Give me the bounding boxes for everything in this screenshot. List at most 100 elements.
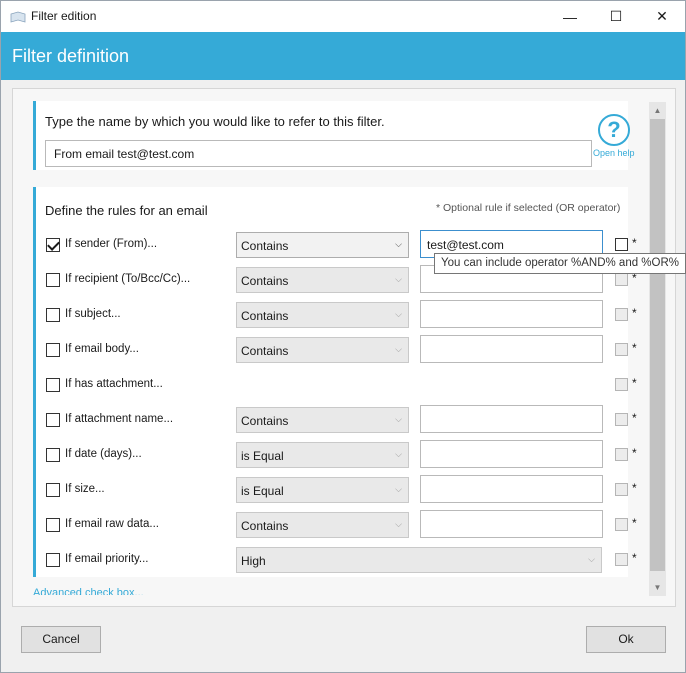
attachment-optional-checkbox[interactable]: [615, 378, 628, 391]
select-value: Contains: [241, 274, 289, 288]
close-button[interactable]: ✕: [639, 1, 685, 32]
operator-tooltip: You can include operator %AND% and %OR%: [434, 253, 686, 274]
optional-star: *: [632, 551, 637, 565]
scroll-thumb[interactable]: [650, 119, 665, 571]
chevron-down-icon: ⌵: [395, 239, 402, 249]
optional-star: *: [632, 376, 637, 390]
priority-select[interactable]: High ⌵: [236, 547, 602, 573]
attachment-name-value-input[interactable]: [420, 405, 603, 433]
size-checkbox[interactable]: [46, 483, 60, 497]
minimize-button[interactable]: —: [547, 1, 593, 32]
raw-data-optional-checkbox[interactable]: [615, 518, 628, 531]
date-checkbox[interactable]: [46, 448, 60, 462]
sender-optional-checkbox[interactable]: [615, 238, 628, 251]
rule-row-date: If date (days)... is Equal ⌵ *: [36, 438, 637, 473]
recipient-checkbox[interactable]: [46, 273, 60, 287]
select-value: Contains: [241, 309, 289, 323]
rule-label: If date (days)...: [65, 448, 142, 460]
select-value: is Equal: [241, 484, 284, 498]
rule-row-attachment-name: If attachment name... Contains ⌵ *: [36, 403, 637, 438]
window-title: Filter edition: [31, 9, 97, 23]
date-optional-checkbox[interactable]: [615, 448, 628, 461]
optional-star: *: [632, 481, 637, 495]
optional-star: *: [632, 516, 637, 530]
ok-button[interactable]: Ok: [586, 626, 666, 653]
rule-row-size: If size... is Equal ⌵ *: [36, 473, 637, 508]
rule-row-attachment: If has attachment... *: [36, 368, 637, 403]
recipient-operator-select[interactable]: Contains ⌵: [236, 267, 409, 293]
subject-optional-checkbox[interactable]: [615, 308, 628, 321]
attachment-name-operator-select[interactable]: Contains ⌵: [236, 407, 409, 433]
select-value: Contains: [241, 414, 289, 428]
raw-data-value-input[interactable]: [420, 510, 603, 538]
filter-edition-window: Filter edition — ☐ ✕ Filter definition T…: [0, 0, 686, 673]
body-value-input[interactable]: [420, 335, 603, 363]
optional-star: *: [632, 411, 637, 425]
filter-name-input[interactable]: From email test@test.com: [45, 140, 592, 167]
maximize-button[interactable]: ☐: [593, 1, 639, 32]
rule-label: If has attachment...: [65, 378, 163, 390]
open-help-link[interactable]: Open help: [593, 148, 635, 158]
priority-optional-checkbox[interactable]: [615, 553, 628, 566]
optional-star: *: [632, 236, 637, 250]
select-value: Contains: [241, 519, 289, 533]
advanced-check-link[interactable]: Advanced check box...: [33, 587, 144, 595]
rule-row-raw-data: If email raw data... Contains ⌵ *: [36, 508, 637, 543]
rule-row-priority: If email priority... High ⌵ *: [36, 543, 637, 578]
attachment-checkbox[interactable]: [46, 378, 60, 392]
rule-label: If recipient (To/Bcc/Cc)...: [65, 273, 191, 285]
subject-checkbox[interactable]: [46, 308, 60, 322]
scroll-up-icon[interactable]: ▲: [649, 102, 666, 119]
name-prompt: Type the name by which you would like to…: [45, 114, 385, 129]
subject-value-input[interactable]: [420, 300, 603, 328]
header-band: Filter definition: [1, 32, 685, 80]
cancel-button[interactable]: Cancel: [21, 626, 101, 653]
optional-rule-note: * Optional rule if selected (OR operator…: [436, 202, 621, 214]
recipient-optional-checkbox[interactable]: [615, 273, 628, 286]
select-value: High: [241, 554, 266, 568]
sender-operator-select[interactable]: Contains ⌵: [236, 232, 409, 258]
date-value-input[interactable]: [420, 440, 603, 468]
chevron-down-icon: ⌵: [395, 414, 402, 424]
body-optional-checkbox[interactable]: [615, 343, 628, 356]
app-icon: [10, 11, 26, 23]
scroll-down-icon[interactable]: ▼: [649, 579, 666, 596]
rule-label: If subject...: [65, 308, 121, 320]
raw-data-checkbox[interactable]: [46, 518, 60, 532]
chevron-down-icon: ⌵: [395, 519, 402, 529]
body-operator-select[interactable]: Contains ⌵: [236, 337, 409, 363]
chevron-down-icon: ⌵: [588, 554, 595, 564]
help-icon[interactable]: ?: [598, 114, 630, 146]
page-title: Filter definition: [12, 46, 130, 66]
chevron-down-icon: ⌵: [395, 449, 402, 459]
rule-row-body: If email body... Contains ⌵ *: [36, 333, 637, 368]
chevron-down-icon: ⌵: [395, 309, 402, 319]
rules-card: Define the rules for an email * Optional…: [33, 187, 637, 578]
subject-operator-select[interactable]: Contains ⌵: [236, 302, 409, 328]
size-value-input[interactable]: [420, 475, 603, 503]
select-value: Contains: [241, 344, 289, 358]
rule-label: If sender (From)...: [65, 238, 158, 250]
rule-label: If email body...: [65, 343, 139, 355]
rule-row-subject: If subject... Contains ⌵ *: [36, 298, 637, 333]
attachment-name-optional-checkbox[interactable]: [615, 413, 628, 426]
content-panel: Type the name by which you would like to…: [12, 88, 676, 607]
size-operator-select[interactable]: is Equal ⌵: [236, 477, 409, 503]
sender-checkbox[interactable]: [46, 238, 60, 252]
attachment-name-checkbox[interactable]: [46, 413, 60, 427]
chevron-down-icon: ⌵: [395, 484, 402, 494]
raw-data-operator-select[interactable]: Contains ⌵: [236, 512, 409, 538]
size-optional-checkbox[interactable]: [615, 483, 628, 496]
priority-checkbox[interactable]: [46, 553, 60, 567]
optional-star: *: [632, 306, 637, 320]
chevron-down-icon: ⌵: [395, 344, 402, 354]
rule-label: If attachment name...: [65, 413, 174, 425]
rule-label: If email raw data...: [65, 518, 159, 530]
vertical-scrollbar[interactable]: ▲ ▼: [649, 102, 666, 596]
date-operator-select[interactable]: is Equal ⌵: [236, 442, 409, 468]
name-card: Type the name by which you would like to…: [33, 101, 628, 170]
optional-star: *: [632, 341, 637, 355]
title-bar: Filter edition — ☐ ✕: [1, 1, 685, 32]
body-checkbox[interactable]: [46, 343, 60, 357]
optional-star: *: [632, 446, 637, 460]
